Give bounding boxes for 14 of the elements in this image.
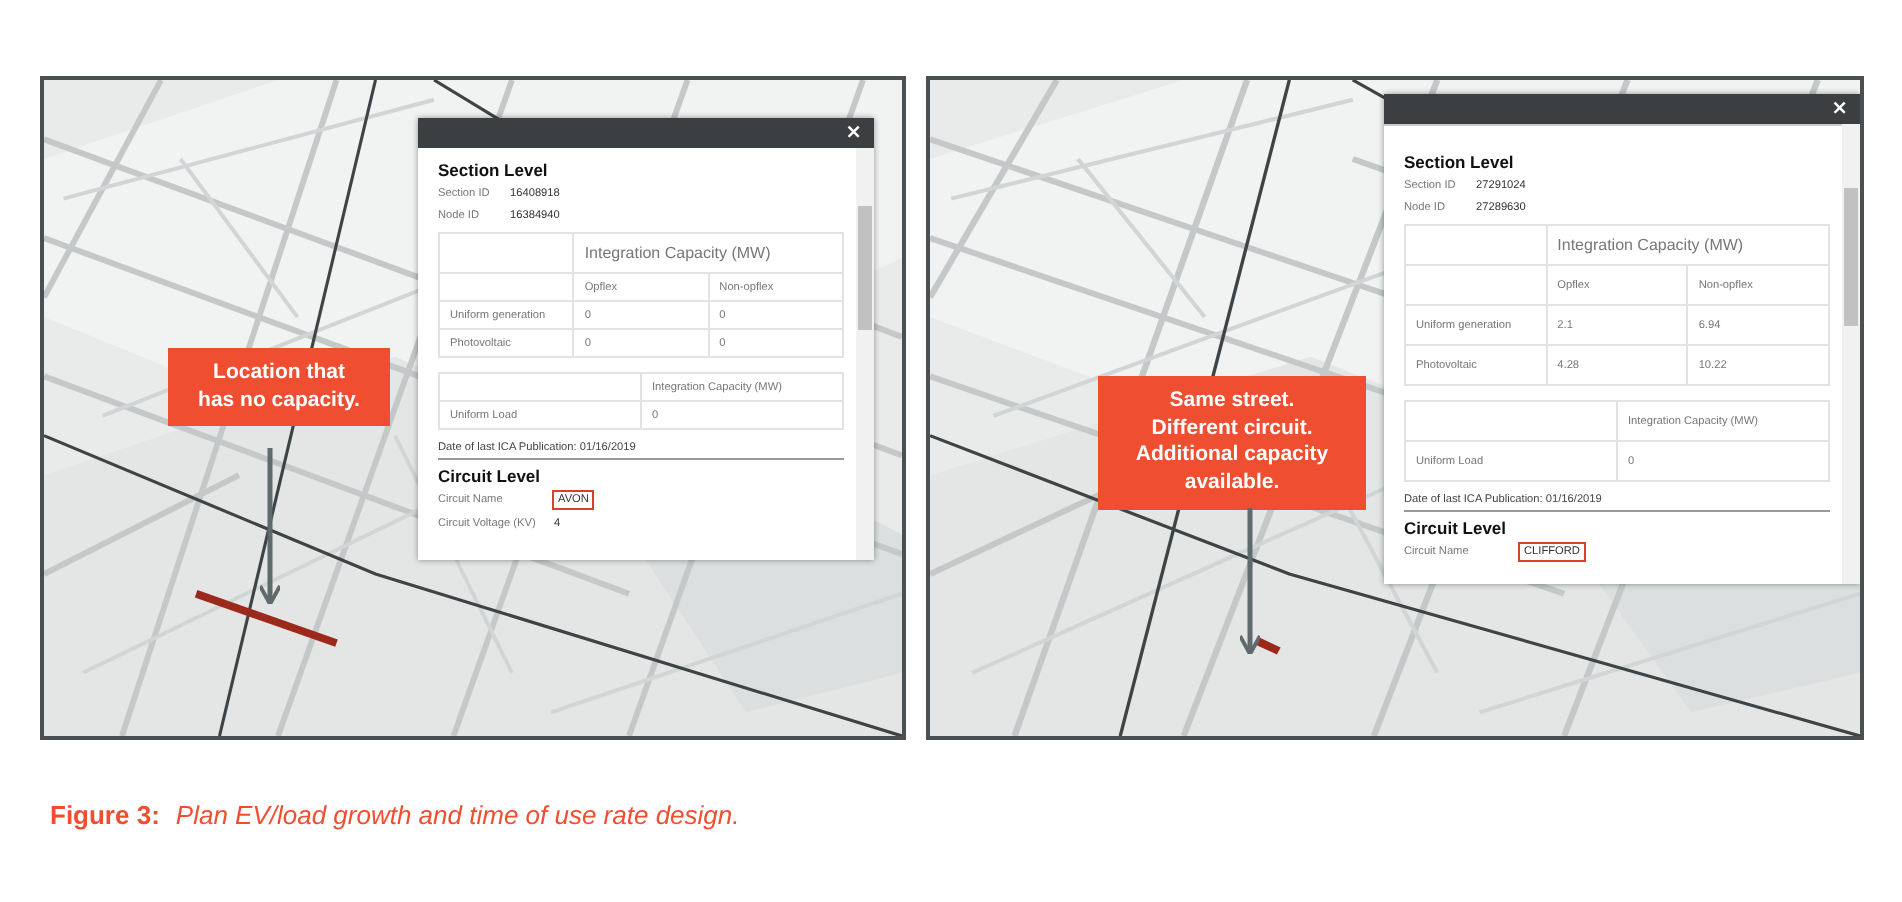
figure-label: Figure 3: xyxy=(50,800,160,830)
table-heading: Integration Capacity (MW) xyxy=(1546,225,1829,265)
close-button[interactable]: × xyxy=(841,121,866,145)
table-heading: Integration Capacity (MW) xyxy=(573,233,843,273)
figure-caption: Plan EV/load growth and time of use rate design. xyxy=(175,800,740,830)
section-title: Circuit Level xyxy=(1404,518,1509,538)
callout-label: Location that has no capacity. xyxy=(168,348,390,427)
callout-label: Same street. Different circuit. Additional capacity available. xyxy=(1098,376,1366,510)
close-button[interactable]: × xyxy=(1827,97,1852,121)
section-title: Section Level xyxy=(1404,152,1516,172)
scrollbar[interactable] xyxy=(856,148,874,560)
scrollbar[interactable] xyxy=(1842,124,1860,584)
section-title: Section Level xyxy=(438,160,550,180)
section-title: Circuit Level xyxy=(438,466,543,486)
